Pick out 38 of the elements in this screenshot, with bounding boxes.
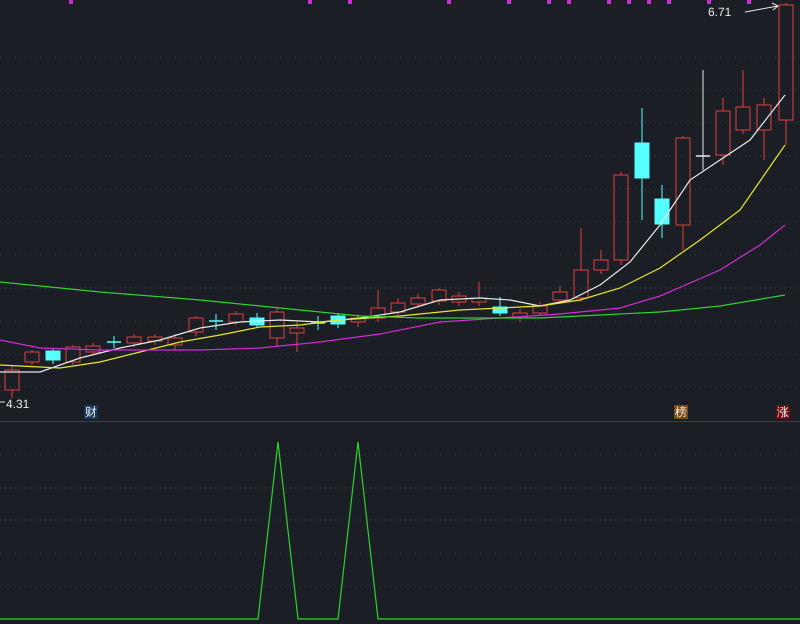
candlestick <box>716 98 730 166</box>
candlestick <box>24 350 40 366</box>
candlestick <box>290 322 304 352</box>
marker-badge: 财 <box>84 405 98 419</box>
candlestick <box>390 298 406 316</box>
candlestick <box>736 70 750 134</box>
leader-line <box>744 2 779 12</box>
candlestick <box>311 316 325 330</box>
candlestick <box>250 312 264 328</box>
candlestick <box>492 296 508 316</box>
candlestick <box>452 292 466 306</box>
candlestick <box>270 308 284 348</box>
marker-badge: 榜 <box>674 405 688 419</box>
candlestick <box>209 314 223 330</box>
candlestick <box>472 282 486 306</box>
candlestick <box>188 316 204 336</box>
candlestick <box>126 334 142 348</box>
candlestick <box>594 250 608 274</box>
candlestick <box>432 288 446 306</box>
marker-badge: 涨 <box>776 405 790 419</box>
candlestick <box>228 310 244 326</box>
candlestick <box>370 290 386 322</box>
candlestick <box>66 344 80 366</box>
candlestick <box>654 184 670 238</box>
candlestick <box>168 334 182 350</box>
candlestick <box>46 348 60 364</box>
candlestick <box>532 302 548 316</box>
candlestick <box>350 314 366 328</box>
candlestick <box>330 312 346 328</box>
candlestick <box>4 364 20 398</box>
high-price-label: 6.71 <box>708 4 732 21</box>
candlestick <box>756 98 772 160</box>
low-price-label: 4.31 <box>6 396 30 413</box>
candlestick <box>512 308 528 322</box>
candlestick <box>107 336 121 348</box>
candlestick <box>410 294 426 308</box>
candlestick <box>148 334 162 346</box>
candlestick <box>86 342 100 356</box>
